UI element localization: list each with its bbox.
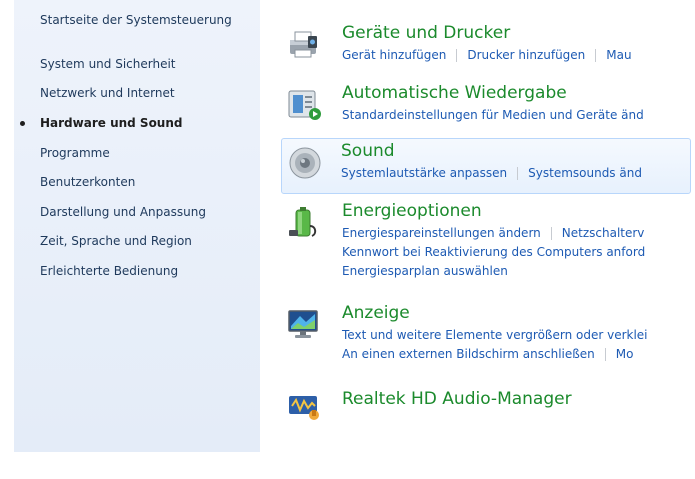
- add-device-link[interactable]: Gerät hinzufügen: [342, 48, 446, 62]
- sidebar-item-appearance[interactable]: Darstellung und Anpassung: [40, 204, 206, 220]
- sidebar-item-user-accounts[interactable]: Benutzerkonten: [40, 174, 135, 190]
- more-display-link[interactable]: Mo: [616, 347, 634, 361]
- category-power-options: Energieoptionen Energiespareinstellungen…: [282, 200, 692, 290]
- category-title-autoplay[interactable]: Automatische Wiedergabe: [342, 82, 567, 104]
- category-display: Anzeige Text und weitere Elemente vergrö…: [282, 302, 692, 372]
- category-title-power-options[interactable]: Energieoptionen: [342, 200, 482, 222]
- category-links-sound: Systemlautstärke anpassen Systemsounds än…: [341, 164, 642, 182]
- category-realtek-audio: Realtek HD Audio-Manager: [282, 386, 692, 422]
- speaker-icon[interactable]: [287, 145, 323, 181]
- text-size-link[interactable]: Text und weitere Elemente vergrößern ode…: [342, 328, 648, 342]
- power-button-link[interactable]: Netzschalterv: [562, 226, 645, 240]
- display-icon[interactable]: [286, 306, 322, 342]
- category-links-autoplay: Standardeinstellungen für Medien und Ger…: [342, 106, 644, 124]
- category-links-display-line2: An einen externen Bildschirm anschließen…: [342, 345, 634, 363]
- category-links-display-line1: Text und weitere Elemente vergrößern ode…: [342, 326, 648, 344]
- password-on-wake-link[interactable]: Kennwort bei Reaktivierung des Computers…: [342, 245, 645, 259]
- sidebar-item-programs[interactable]: Programme: [40, 145, 110, 161]
- separator: [550, 227, 552, 240]
- sidebar-item-clock-region[interactable]: Zeit, Sprache und Region: [40, 233, 192, 249]
- category-devices-printers: Geräte und Drucker Gerät hinzufügen Druck…: [282, 22, 692, 76]
- category-title-display[interactable]: Anzeige: [342, 302, 410, 324]
- category-sound[interactable]: Sound Systemlautstärke anpassen Systemsou…: [281, 138, 691, 194]
- sidebar-item-network-internet[interactable]: Netzwerk und Internet: [40, 85, 175, 101]
- category-title-sound[interactable]: Sound: [341, 140, 395, 162]
- adjust-volume-link[interactable]: Systemlautstärke anpassen: [341, 166, 507, 180]
- category-autoplay: Automatische Wiedergabe Standardeinstell…: [282, 82, 692, 136]
- autoplay-icon[interactable]: [286, 86, 322, 122]
- sidebar: Startseite der Systemsteuerung System un…: [14, 0, 260, 452]
- sidebar-item-ease-of-access[interactable]: Erleichterte Bedienung: [40, 263, 178, 279]
- category-links-power-line1: Energiespareinstellungen ändern Netzschal…: [342, 224, 644, 242]
- active-bullet-icon: [20, 121, 25, 126]
- power-settings-link[interactable]: Energiespareinstellungen ändern: [342, 226, 541, 240]
- media-defaults-link[interactable]: Standardeinstellungen für Medien und Ger…: [342, 108, 644, 122]
- sidebar-item-label: Hardware und Sound: [40, 116, 183, 130]
- separator: [604, 348, 606, 361]
- system-sounds-link[interactable]: Systemsounds änd: [528, 166, 642, 180]
- mouse-link[interactable]: Mau: [606, 48, 631, 62]
- add-printer-link[interactable]: Drucker hinzufügen: [467, 48, 585, 62]
- category-title-realtek-audio[interactable]: Realtek HD Audio-Manager: [342, 388, 572, 410]
- separator: [517, 167, 519, 180]
- battery-icon[interactable]: [286, 204, 322, 240]
- category-links-power-line3: Energiesparplan auswählen: [342, 262, 508, 280]
- choose-power-plan-link[interactable]: Energiesparplan auswählen: [342, 264, 508, 278]
- separator: [456, 49, 458, 62]
- category-title-devices-printers[interactable]: Geräte und Drucker: [342, 22, 510, 44]
- realtek-audio-icon[interactable]: [286, 388, 322, 424]
- sidebar-item-system-security[interactable]: System und Sicherheit: [40, 56, 176, 72]
- sidebar-home-link[interactable]: Startseite der Systemsteuerung: [40, 12, 232, 28]
- external-display-link[interactable]: An einen externen Bildschirm anschließen: [342, 347, 595, 361]
- printer-icon[interactable]: [286, 26, 322, 62]
- separator: [595, 49, 597, 62]
- category-links-devices-printers: Gerät hinzufügen Drucker hinzufügen Mau: [342, 46, 632, 64]
- category-links-power-line2: Kennwort bei Reaktivierung des Computers…: [342, 243, 645, 261]
- sidebar-item-hardware-sound[interactable]: Hardware und Sound: [20, 115, 183, 131]
- category-list: Geräte und Drucker Gerät hinzufügen Druck…: [262, 0, 695, 479]
